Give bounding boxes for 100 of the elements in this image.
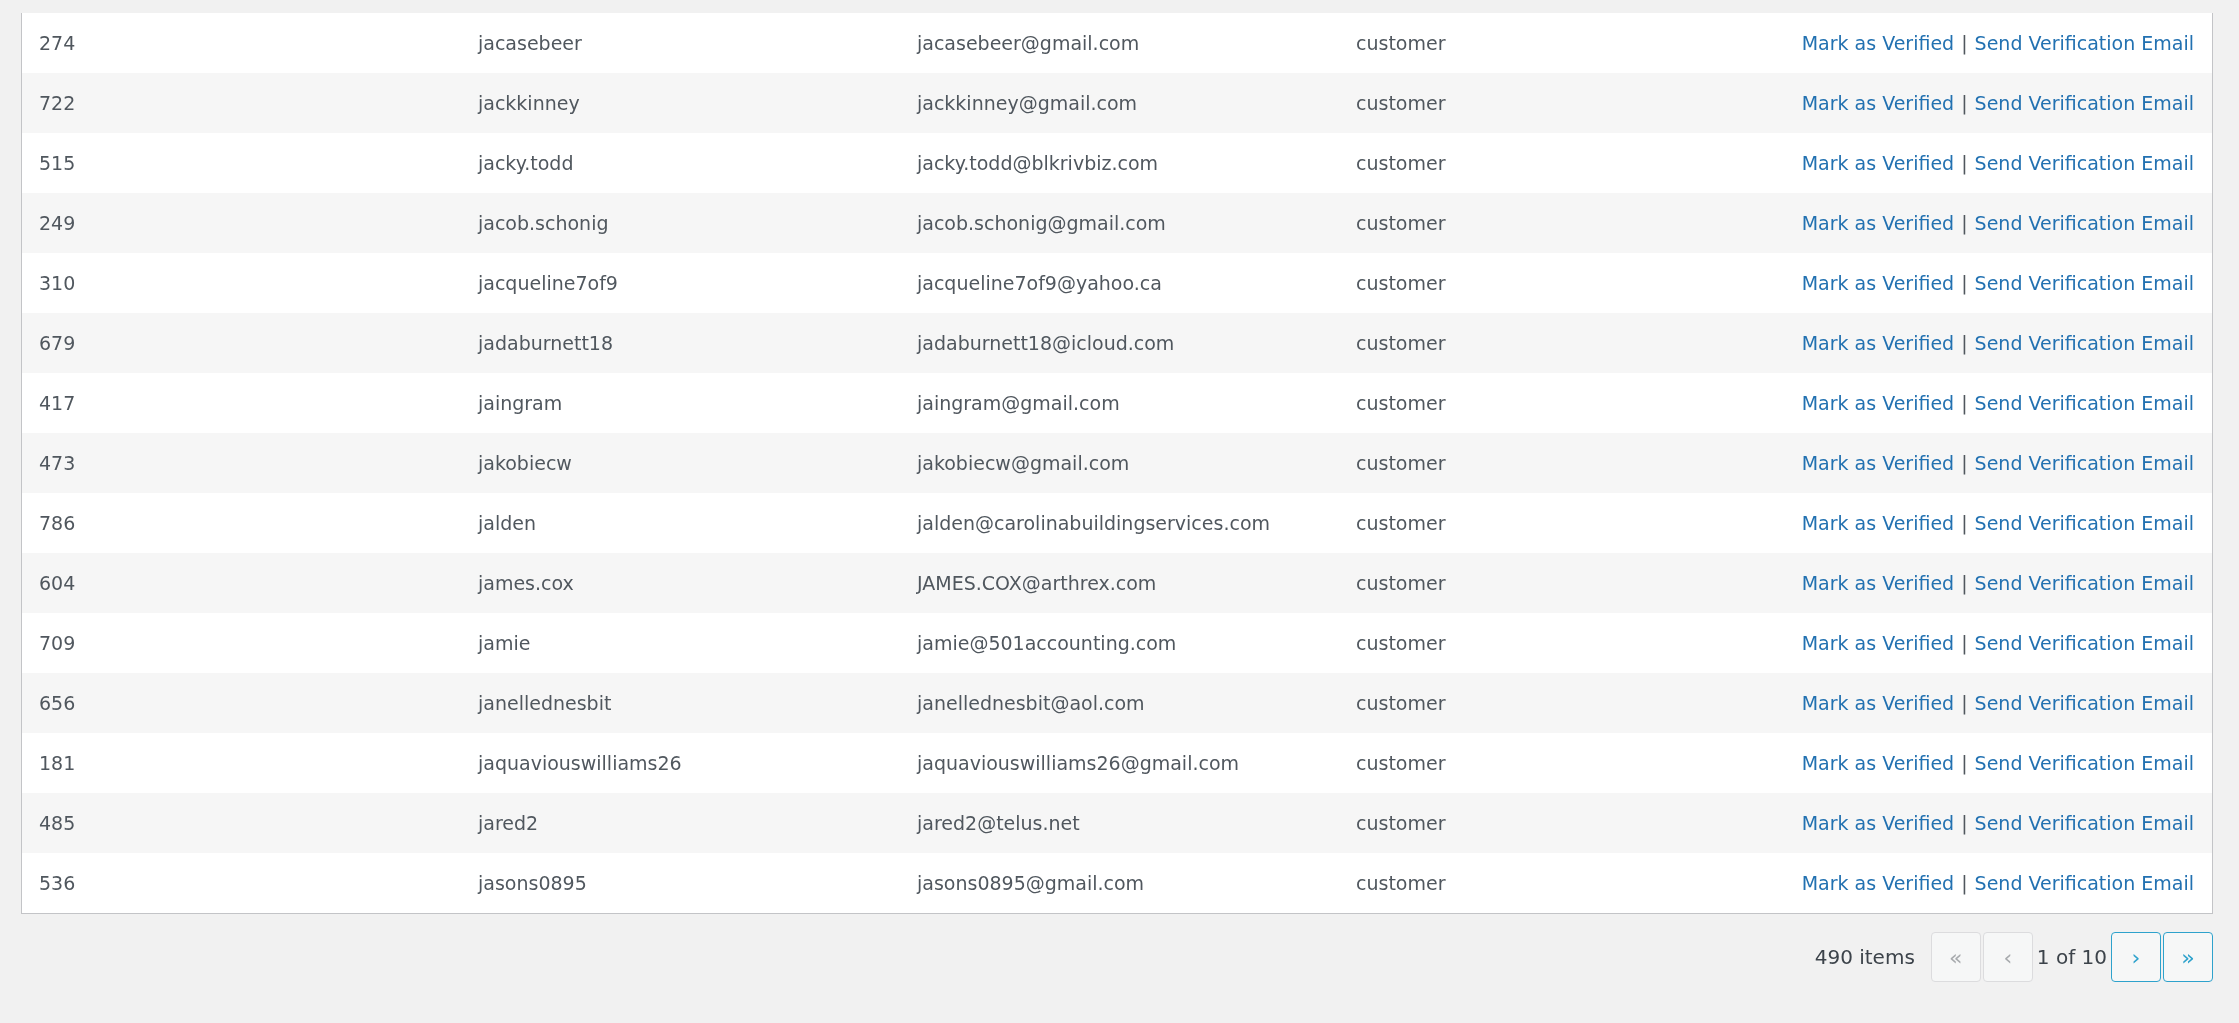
mark-verified-link[interactable]: Mark as Verified [1801, 332, 1955, 354]
role-cell-text: customer [1355, 512, 1447, 534]
id-cell-text: 417 [38, 392, 77, 414]
email-cell-text: jadaburnett18@icloud.com [915, 332, 1176, 354]
id-cell-text: 515 [38, 152, 77, 174]
mark-verified-link[interactable]: Mark as Verified [1801, 752, 1955, 774]
send-verification-link[interactable]: Send Verification Email [1974, 212, 2194, 234]
email-cell-text: JAMES.COX@arthrex.com [915, 572, 1158, 594]
id-cell-text: 536 [38, 872, 77, 894]
email-cell-text: jamie@501accounting.com [915, 632, 1178, 654]
email-cell-text: jalden@carolinabuildingservices.com [915, 512, 1272, 534]
separator: | [1961, 572, 1968, 594]
mark-verified-link[interactable]: Mark as Verified [1801, 452, 1955, 474]
mark-verified-link[interactable]: Mark as Verified [1801, 92, 1955, 114]
mark-verified-link[interactable]: Mark as Verified [1801, 872, 1955, 894]
last-page-button[interactable]: » [2163, 932, 2213, 982]
username-cell-text: jared2 [476, 812, 540, 834]
separator: | [1961, 872, 1968, 894]
email-cell-text: jared2@telus.net [915, 812, 1081, 834]
username-cell-text: jaingram [476, 392, 564, 414]
separator: | [1961, 152, 1968, 174]
username-cell-text: jadaburnett18 [476, 332, 614, 354]
item-count: 490 items [1814, 945, 1915, 969]
separator: | [1961, 452, 1968, 474]
username-cell-text: janellednesbit [476, 692, 613, 714]
mark-verified-link[interactable]: Mark as Verified [1801, 632, 1955, 654]
mark-verified-link[interactable]: Mark as Verified [1801, 32, 1955, 54]
role-cell-text: customer [1355, 632, 1447, 654]
id-cell-text: 679 [38, 332, 77, 354]
send-verification-link[interactable]: Send Verification Email [1974, 572, 2194, 594]
email-cell-text: jakobiecw@gmail.com [915, 452, 1131, 474]
role-cell-text: customer [1355, 32, 1447, 54]
mark-verified-link[interactable]: Mark as Verified [1801, 212, 1955, 234]
mark-verified-link[interactable]: Mark as Verified [1801, 512, 1955, 534]
id-cell-text: 656 [38, 692, 77, 714]
separator: | [1961, 632, 1968, 654]
separator: | [1961, 92, 1968, 114]
username-cell-text: jacob.schonig [476, 212, 610, 234]
send-verification-link[interactable]: Send Verification Email [1974, 692, 2194, 714]
mark-verified-link[interactable]: Mark as Verified [1801, 392, 1955, 414]
role-cell-text: customer [1355, 752, 1447, 774]
username-cell-text: jasons0895 [476, 872, 588, 894]
username-cell-text: jalden [476, 512, 537, 534]
send-verification-link[interactable]: Send Verification Email [1974, 632, 2194, 654]
separator: | [1961, 272, 1968, 294]
email-cell-text: jacky.todd@blkrivbiz.com [915, 152, 1160, 174]
next-page-button[interactable]: › [2111, 932, 2161, 982]
username-cell-text: jaquaviouswilliams26 [476, 752, 683, 774]
id-cell-text: 473 [38, 452, 77, 474]
send-verification-link[interactable]: Send Verification Email [1974, 452, 2194, 474]
id-cell-text: 181 [38, 752, 77, 774]
send-verification-link[interactable]: Send Verification Email [1974, 812, 2194, 834]
username-cell-text: jackkinney [476, 92, 581, 114]
send-verification-link[interactable]: Send Verification Email [1974, 392, 2194, 414]
email-cell-text: jacasebeer@gmail.com [915, 32, 1141, 54]
role-cell-text: customer [1355, 332, 1447, 354]
role-cell-text: customer [1355, 152, 1447, 174]
username-cell-text: jamie [476, 632, 532, 654]
username-cell-text: jakobiecw [476, 452, 573, 474]
role-cell-text: customer [1355, 872, 1447, 894]
send-verification-link[interactable]: Send Verification Email [1974, 32, 2194, 54]
send-verification-link[interactable]: Send Verification Email [1974, 752, 2194, 774]
separator: | [1961, 812, 1968, 834]
id-cell-text: 249 [38, 212, 77, 234]
username-cell-text: jacasebeer [476, 32, 583, 54]
id-cell-text: 485 [38, 812, 77, 834]
username-cell-text: james.cox [476, 572, 575, 594]
email-cell-text: jacqueline7of9@yahoo.ca [915, 272, 1163, 294]
send-verification-link[interactable]: Send Verification Email [1974, 332, 2194, 354]
id-cell-text: 274 [38, 32, 77, 54]
id-cell-text: 310 [38, 272, 77, 294]
separator: | [1961, 32, 1968, 54]
send-verification-link[interactable]: Send Verification Email [1974, 272, 2194, 294]
role-cell-text: customer [1355, 692, 1447, 714]
mark-verified-link[interactable]: Mark as Verified [1801, 152, 1955, 174]
separator: | [1961, 752, 1968, 774]
separator: | [1961, 692, 1968, 714]
role-cell-text: customer [1355, 812, 1447, 834]
separator: | [1961, 212, 1968, 234]
mark-verified-link[interactable]: Mark as Verified [1801, 692, 1955, 714]
username-cell-text: jacky.todd [476, 152, 575, 174]
mark-verified-link[interactable]: Mark as Verified [1801, 272, 1955, 294]
separator: | [1961, 512, 1968, 534]
role-cell-text: customer [1355, 392, 1447, 414]
id-cell-text: 709 [38, 632, 77, 654]
role-cell-text: customer [1355, 272, 1447, 294]
email-cell-text: janellednesbit@aol.com [915, 692, 1146, 714]
mark-verified-link[interactable]: Mark as Verified [1801, 572, 1955, 594]
page-indicator: 1 of 10 [2036, 945, 2107, 969]
email-cell-text: jackkinney@gmail.com [915, 92, 1139, 114]
role-cell-text: customer [1355, 452, 1447, 474]
send-verification-link[interactable]: Send Verification Email [1974, 92, 2194, 114]
role-cell-text: customer [1355, 92, 1447, 114]
email-cell-text: jaingram@gmail.com [915, 392, 1121, 414]
email-cell-text: jaquaviouswilliams26@gmail.com [915, 752, 1241, 774]
send-verification-link[interactable]: Send Verification Email [1974, 152, 2194, 174]
send-verification-link[interactable]: Send Verification Email [1974, 512, 2194, 534]
mark-verified-link[interactable]: Mark as Verified [1801, 812, 1955, 834]
send-verification-link[interactable]: Send Verification Email [1974, 872, 2194, 894]
id-cell-text: 722 [38, 92, 77, 114]
